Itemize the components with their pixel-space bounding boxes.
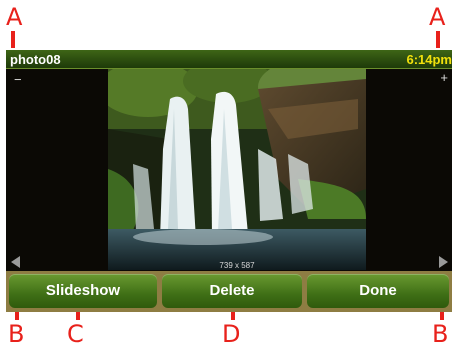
button-bar: Slideshow Delete Done bbox=[6, 271, 452, 312]
callout-a-left: A bbox=[6, 3, 23, 31]
callout-line-a-right bbox=[436, 31, 440, 48]
device-screen: photo08 6:14pm 739 x 587 − + Slideshow D… bbox=[6, 50, 452, 312]
photo-title: photo08 bbox=[10, 52, 61, 67]
callout-c: C bbox=[67, 320, 84, 348]
waterfall-photo: 739 x 587 bbox=[108, 69, 366, 270]
photo-viewer[interactable]: 739 x 587 − + bbox=[6, 69, 452, 270]
slideshow-button[interactable]: Slideshow bbox=[9, 274, 157, 308]
done-button[interactable]: Done bbox=[307, 274, 449, 308]
callout-a-right: A bbox=[429, 3, 446, 31]
image-dimensions: 739 x 587 bbox=[219, 261, 255, 270]
callout-b-right: B bbox=[432, 320, 449, 348]
title-bar: photo08 6:14pm bbox=[6, 50, 452, 69]
delete-button[interactable]: Delete bbox=[162, 274, 302, 308]
clock: 6:14pm bbox=[406, 52, 452, 67]
callout-line-a-left bbox=[11, 31, 15, 48]
zoom-out-button[interactable]: − bbox=[14, 73, 22, 86]
callout-d: D bbox=[222, 320, 241, 348]
callout-b-left: B bbox=[8, 320, 25, 348]
zoom-in-button[interactable]: + bbox=[440, 71, 448, 84]
waterfall-image bbox=[108, 69, 366, 270]
